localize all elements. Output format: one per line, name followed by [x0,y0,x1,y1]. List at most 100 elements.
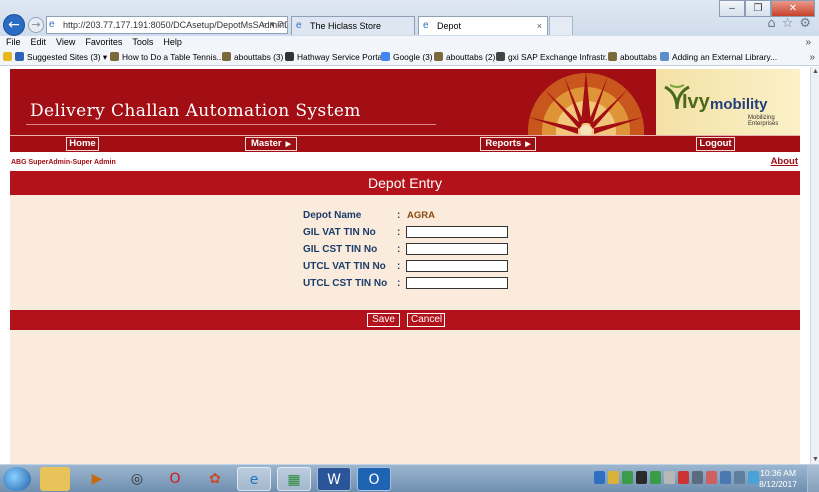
word-icon[interactable]: W [317,467,351,491]
form-row-utcl-cst-tin: UTCL CST TIN No : [10,276,800,292]
form-row-utcl-vat-tin: UTCL VAT TIN No : [10,259,800,275]
depot-name-value: AGRA [407,210,435,221]
user-row: ABG SuperAdmin-Super Admin About [10,155,800,171]
current-user-label: ABG SuperAdmin-Super Admin [11,159,116,166]
internet-explorer-icon[interactable]: e [237,467,271,491]
nav-reports-button[interactable]: Reports ▶ [480,137,536,151]
opera-icon[interactable]: O [158,467,192,491]
browser-tool-icons: ⌂ ☆ ⚙ [767,16,811,31]
tab-depot[interactable]: e Depot × [418,16,548,35]
close-window-button[interactable]: ✕ [771,0,815,17]
page-icon [110,52,119,61]
fav-abouttabs-3[interactable]: abouttabs (3) [222,50,283,65]
tray-icon[interactable] [720,471,731,484]
menu-edit[interactable]: Edit [31,37,47,47]
favorites-star-icon[interactable]: ☆ [782,16,794,31]
tray-icon[interactable] [622,471,633,484]
colon: : [397,278,401,289]
close-tab-icon[interactable]: × [537,17,542,35]
gil-vat-tin-input[interactable] [406,226,508,238]
submenu-arrow-icon: ▶ [285,141,291,148]
puzzle-app-icon[interactable]: ✿ [198,467,232,491]
utcl-vat-tin-input[interactable] [406,260,508,272]
page-icon [660,52,669,61]
nav-master-button[interactable]: Master ▶ [245,137,297,151]
window-controls: – ❐ ✕ [719,0,815,17]
tray-icon[interactable] [678,471,689,484]
minimize-button[interactable]: – [719,0,745,17]
chevron-icon[interactable]: » [805,36,811,49]
chevron-icon[interactable]: » [809,50,815,65]
colon: : [397,227,401,238]
gil-cst-tin-input[interactable] [406,243,508,255]
gear-icon[interactable]: ⚙ [799,16,811,31]
fav-hathway[interactable]: Hathway Service Portal [285,50,384,65]
nav-reports-label: Reports [485,138,522,149]
new-tab-button[interactable] [549,16,573,35]
fav-table-tennis[interactable]: How to Do a Table Tennis... [110,50,224,65]
tab-hiclass-store[interactable]: e The Hiclass Store [291,16,415,35]
tray-icon[interactable] [692,471,703,484]
spreadsheet-app-icon[interactable]: ▦ [277,467,311,491]
gil-cst-tin-label: GIL CST TIN No [303,244,378,255]
forward-button[interactable]: → [28,17,44,33]
fav-label: abouttabs (2) [446,52,496,62]
outlook-icon[interactable]: O [357,467,391,491]
tray-icon[interactable] [706,471,717,484]
fav-suggested-sites[interactable]: Suggested Sites (3) ▾ [3,50,107,65]
tray-icon[interactable] [650,471,661,484]
page-icon [608,52,617,61]
tab-label: The Hiclass Store [310,21,382,31]
search-refresh-icons[interactable]: ⌕ ▾ ⟳ [262,17,285,33]
start-button[interactable] [3,467,31,491]
tray-icon[interactable] [664,471,675,484]
fav-sap-exchange[interactable]: gxi SAP Exchange Infrastr... [496,50,612,65]
menu-tools[interactable]: Tools [132,37,153,47]
utcl-cst-tin-label: UTCL CST TIN No [303,278,388,289]
tray-icon[interactable] [636,471,647,484]
colon: : [397,244,401,255]
logo-mobility-text: mobility [710,96,768,113]
address-bar[interactable]: e http://203.77.177.191:8050/DCAsetup/De… [46,16,288,34]
tray-icon[interactable] [608,471,619,484]
fav-external-library[interactable]: Adding an External Library... [660,50,777,65]
tray-icon[interactable] [748,471,759,484]
page-content: Delivery Challan Automation System Ivy m… [0,67,810,464]
main-nav: Home Master ▶ Reports ▶ Logout [10,135,800,152]
banner-divider [26,124,436,125]
about-link[interactable]: About [771,156,798,167]
media-player-icon[interactable]: ▶ [80,467,114,491]
save-button[interactable]: Save [367,313,400,327]
fav-abouttabs[interactable]: abouttabs [608,50,657,65]
compass-graphic [526,69,656,135]
utcl-vat-tin-label: UTCL VAT TIN No [303,261,386,272]
clock[interactable]: 10:36 AM 8/12/2017 [759,468,797,490]
vertical-scrollbar[interactable]: ▲ ▼ [810,67,819,464]
form-row-gil-vat-tin: GIL VAT TIN No : [10,225,800,241]
submenu-arrow-icon: ▶ [525,141,531,148]
depot-name-label: Depot Name [303,210,362,221]
scroll-up-icon[interactable]: ▲ [811,67,819,76]
utcl-cst-tin-input[interactable] [406,277,508,289]
menu-help[interactable]: Help [163,37,182,47]
cancel-button[interactable]: Cancel [407,313,445,327]
menu-view[interactable]: View [56,37,75,47]
nav-home-button[interactable]: Home [66,137,99,151]
home-icon[interactable]: ⌂ [767,16,775,31]
fav-abouttabs-2[interactable]: abouttabs (2) [434,50,495,65]
back-button[interactable]: ← [3,14,25,36]
scroll-down-icon[interactable]: ▼ [811,455,819,464]
tray-icon[interactable] [734,471,745,484]
form-actions: Save Cancel [10,310,800,330]
steering-app-icon[interactable]: ◎ [120,467,154,491]
restore-button[interactable]: ❐ [745,0,771,17]
menu-file[interactable]: File [6,37,21,47]
menu-favorites[interactable]: Favorites [85,37,122,47]
show-desktop-button[interactable] [807,465,819,492]
nav-master-label: Master [250,138,282,149]
nav-logout-button[interactable]: Logout [696,137,735,151]
explorer-icon[interactable] [40,467,70,491]
fav-label: Suggested Sites (3) ▾ [27,52,108,62]
tray-icon[interactable] [594,471,605,484]
fav-google[interactable]: Google (3) [381,50,433,65]
